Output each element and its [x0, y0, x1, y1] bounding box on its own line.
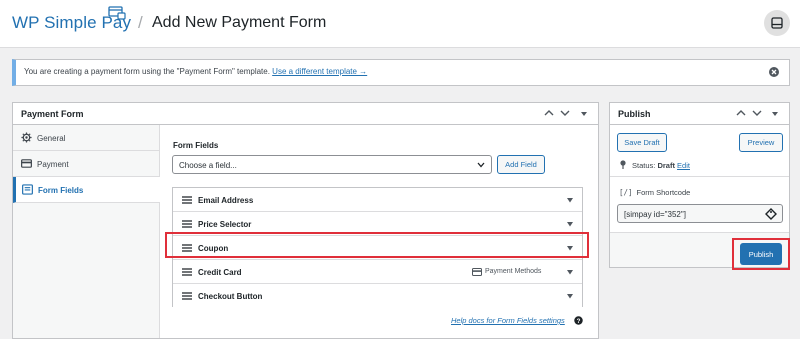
edit-status-link[interactable]: Edit — [677, 161, 690, 170]
copy-tag-icon[interactable] — [765, 208, 777, 220]
tab-general-label: General — [37, 134, 66, 143]
drag-handle-icon[interactable] — [182, 220, 192, 228]
shortcode-value: [simpay id="352"] — [624, 210, 686, 219]
caret-toggle-icon[interactable] — [769, 107, 781, 119]
field-label: Checkout Button — [198, 292, 263, 301]
shortcode-label: [/] Form Shortcode — [619, 188, 690, 197]
chevron-up-icon[interactable] — [735, 107, 747, 119]
credit-card-icon — [21, 159, 32, 168]
tab-general[interactable]: General — [13, 125, 159, 151]
chevron-down-icon[interactable] — [751, 107, 763, 119]
different-template-link[interactable]: Use a different template → — [272, 67, 367, 76]
shortcode-label-text: Form Shortcode — [636, 188, 691, 197]
publish-title: Publish — [618, 109, 651, 119]
caret-down-icon[interactable] — [567, 222, 573, 227]
tab-payment-label: Payment — [37, 160, 69, 169]
shortcode-icon: [/] — [619, 188, 633, 197]
tab-form-fields[interactable]: Form Fields — [13, 177, 160, 203]
form-fields-heading: Form Fields — [173, 141, 219, 150]
sidebar-icon — [771, 17, 783, 29]
gear-icon — [21, 132, 32, 143]
caret-down-icon[interactable] — [567, 294, 573, 299]
chevron-down-icon[interactable] — [559, 107, 571, 119]
credit-card-icon — [472, 268, 482, 276]
svg-text:?: ? — [577, 318, 581, 325]
list-item[interactable]: Checkout Button — [173, 284, 582, 308]
form-icon — [22, 184, 33, 195]
form-tabs: General Payment Form Fields — [13, 125, 160, 338]
preview-button[interactable]: Preview — [739, 133, 783, 152]
field-label: Credit Card — [198, 268, 242, 277]
drag-handle-icon[interactable] — [182, 196, 192, 204]
close-icon[interactable] — [768, 66, 780, 78]
coupon-highlight-box — [165, 232, 589, 258]
notice-message: You are creating a payment form using th… — [24, 67, 273, 76]
payment-methods-label: Payment Methods — [485, 268, 542, 275]
breadcrumb-separator: / — [138, 13, 143, 32]
status-row: Status: Draft Edit — [619, 160, 690, 170]
page-title: Add New Payment Form — [152, 14, 327, 31]
caret-down-icon[interactable] — [567, 198, 573, 203]
choose-field-value: Choose a field... — [179, 161, 237, 170]
chevron-up-icon[interactable] — [543, 107, 555, 119]
top-bar: WP Simple Pay / Add New Payment Form — [0, 0, 800, 48]
payment-form-panel: Payment Form General Payment Form Fields… — [12, 102, 599, 339]
shortcode-field[interactable]: [simpay id="352"] — [617, 204, 783, 223]
save-draft-button[interactable]: Save Draft — [617, 133, 667, 152]
publish-highlight-box — [732, 238, 790, 270]
toggle-sidebar-button[interactable] — [764, 10, 790, 36]
help-icon[interactable]: ? — [574, 316, 583, 325]
tab-form-fields-label: Form Fields — [38, 186, 84, 195]
status-label: Status: — [632, 161, 658, 170]
list-item[interactable]: Credit Card Payment Methods — [173, 260, 582, 284]
caret-toggle-icon[interactable] — [578, 107, 590, 119]
payment-form-title: Payment Form — [21, 109, 84, 119]
logo-card-icon — [108, 6, 126, 20]
publish-header: Publish — [610, 103, 789, 125]
drag-handle-icon[interactable] — [182, 268, 192, 276]
pin-icon — [620, 160, 626, 169]
template-notice: You are creating a payment form using th… — [12, 59, 790, 86]
choose-field-select[interactable]: Choose a field... — [172, 155, 492, 174]
chevron-down-icon — [477, 162, 485, 168]
status-value: Draft — [657, 161, 675, 170]
field-label: Email Address — [198, 196, 254, 205]
caret-down-icon[interactable] — [567, 270, 573, 275]
payment-form-header: Payment Form — [13, 103, 598, 125]
drag-handle-icon[interactable] — [182, 292, 192, 300]
tab-payment[interactable]: Payment — [13, 151, 159, 177]
field-label: Price Selector — [198, 220, 252, 229]
help-docs-link[interactable]: Help docs for Form Fields settings — [451, 316, 565, 325]
notice-text: You are creating a payment form using th… — [24, 67, 367, 76]
list-item[interactable]: Email Address — [173, 188, 582, 212]
divider — [610, 176, 789, 177]
add-field-button[interactable]: Add Field — [497, 155, 545, 174]
